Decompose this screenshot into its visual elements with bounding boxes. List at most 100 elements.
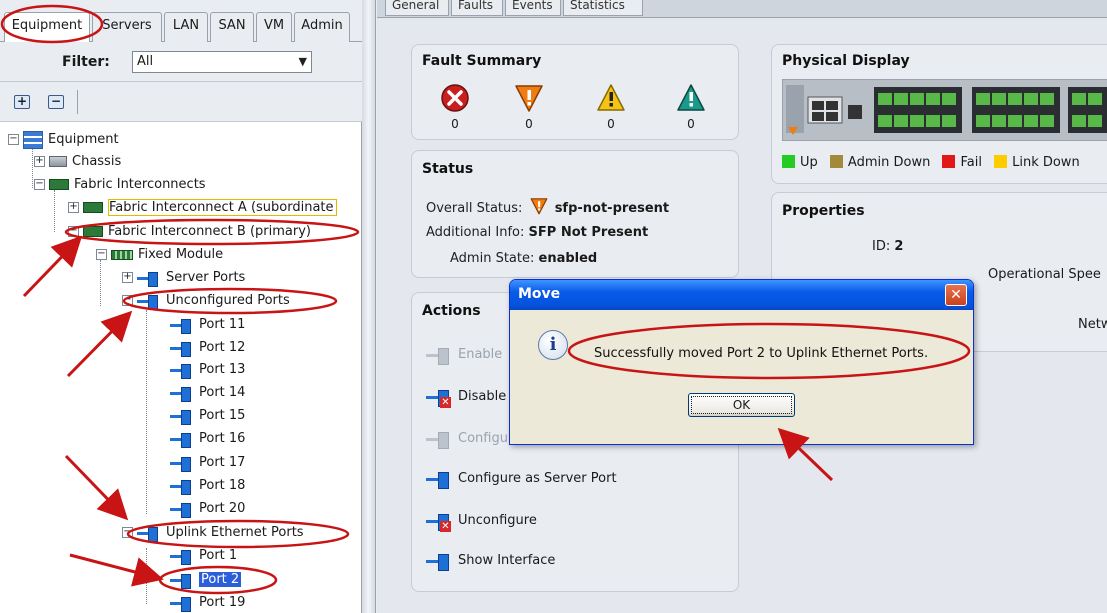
configure-action[interactable]: Configure xyxy=(426,427,521,451)
actions-title: Actions xyxy=(422,303,481,319)
tree-item-port[interactable]: Port 17 xyxy=(170,452,245,473)
action-label: Enable xyxy=(458,347,503,362)
tree-item-label: Port 1 xyxy=(199,548,238,563)
unconfigure-action[interactable]: ✕ Unconfigure xyxy=(426,509,537,533)
legend-label: Up xyxy=(800,155,818,170)
critical-fault-count: 0 xyxy=(451,117,459,131)
tree-item-fabric-interconnect-a[interactable]: + Fabric Interconnect A (subordinate xyxy=(68,197,337,218)
major-fault-icon xyxy=(530,198,547,215)
tab-vm[interactable]: VM xyxy=(256,12,292,42)
port-icon xyxy=(170,596,194,612)
collapse-toggle-icon[interactable]: − xyxy=(34,179,45,190)
collapse-toggle-icon[interactable]: − xyxy=(68,226,79,237)
tab-servers[interactable]: Servers xyxy=(92,12,162,42)
tree-item-port[interactable]: Port 15 xyxy=(170,405,245,426)
tree-item-port[interactable]: Port 16 xyxy=(170,428,245,449)
tree-item-fabric-interconnects[interactable]: − Fabric Interconnects xyxy=(34,174,206,195)
close-button[interactable]: ✕ xyxy=(945,284,967,306)
disable-action[interactable]: ✕ Disable xyxy=(426,385,506,409)
tab-faults[interactable]: Faults xyxy=(451,0,503,16)
tab-events[interactable]: Events xyxy=(505,0,561,16)
admin-state-line: Admin State: enabled xyxy=(450,251,597,266)
legend-swatch-admin-down xyxy=(829,155,843,168)
port-icon xyxy=(170,341,194,357)
enable-action[interactable]: Enable xyxy=(426,343,502,367)
port-icon xyxy=(137,294,161,310)
content-tabs: General Faults Events Statistics xyxy=(377,0,1107,18)
chevron-down-icon: ▼ xyxy=(298,55,307,68)
major-fault-icon xyxy=(515,85,543,112)
tree-item-port[interactable]: Port 1 xyxy=(170,545,237,566)
tree-item-unconfigured-ports[interactable]: − Unconfigured Ports xyxy=(122,290,290,311)
tab-lan[interactable]: LAN xyxy=(164,12,208,42)
tree-item-label: Fabric Interconnect B (primary) xyxy=(108,224,311,239)
tree-item-port[interactable]: Port 11 xyxy=(170,314,245,335)
tree-item-uplink-ethernet-ports[interactable]: − Uplink Ethernet Ports xyxy=(122,522,304,543)
tree-item-port[interactable]: Port 20 xyxy=(170,498,245,519)
collapse-toggle-icon[interactable]: − xyxy=(96,249,107,260)
tree-item-fabric-interconnect-b[interactable]: − Fabric Interconnect B (primary) xyxy=(68,221,311,242)
fixed-module-icon xyxy=(111,249,133,260)
tree-item-label: Chassis xyxy=(72,154,122,169)
tab-admin[interactable]: Admin xyxy=(294,12,350,42)
action-label: Configure as Server Port xyxy=(458,471,617,486)
collapse-all-button[interactable]: − xyxy=(48,95,64,109)
tree-item-server-ports[interactable]: + Server Ports xyxy=(122,267,245,288)
tree-item-label: Port 14 xyxy=(199,385,246,400)
ok-button[interactable]: OK xyxy=(688,393,795,417)
tree-item-port[interactable]: Port 18 xyxy=(170,475,245,496)
tree-connector xyxy=(100,260,101,306)
dialog-titlebar[interactable]: Move ✕ xyxy=(510,280,973,310)
tree-item-chassis[interactable]: + Chassis xyxy=(34,151,121,172)
minor-fault-count: 0 xyxy=(607,117,615,131)
tree-item-port-selected[interactable]: Port 2 xyxy=(170,569,242,590)
tree-item-equipment[interactable]: − Equipment xyxy=(8,129,119,150)
tab-general[interactable]: General xyxy=(385,0,449,16)
expand-toggle-icon[interactable]: + xyxy=(122,272,133,283)
expand-all-button[interactable]: + xyxy=(14,95,30,109)
port-icon xyxy=(426,347,452,365)
info-icon: i xyxy=(538,330,568,360)
collapse-toggle-icon[interactable]: − xyxy=(122,295,133,306)
expand-toggle-icon[interactable]: + xyxy=(68,202,79,213)
tree-item-label: Port 13 xyxy=(199,362,246,377)
port-icon xyxy=(170,318,194,334)
show-interface-action[interactable]: Show Interface xyxy=(426,549,555,573)
tab-equipment[interactable]: Equipment xyxy=(4,12,90,43)
tree-item-port[interactable]: Port 14 xyxy=(170,382,245,403)
tree-connector xyxy=(32,148,33,188)
port-icon xyxy=(170,479,194,495)
tab-san[interactable]: SAN xyxy=(210,12,254,42)
tree-toolbar: + − xyxy=(0,82,362,122)
fabric-interconnect-icon xyxy=(49,179,69,190)
operational-speed-label: Operational Spee xyxy=(988,267,1101,282)
expand-toggle-icon[interactable]: + xyxy=(34,156,45,167)
legend-label: Link Down xyxy=(1012,155,1080,170)
panel-splitter[interactable] xyxy=(362,0,376,613)
collapse-toggle-icon[interactable]: − xyxy=(122,527,133,538)
tree-item-label: Port 15 xyxy=(199,408,246,423)
tree-item-port[interactable]: Port 19 xyxy=(170,592,245,613)
minor-fault-icon xyxy=(597,84,625,111)
port-icon xyxy=(170,409,194,425)
overall-status-label: Overall Status: xyxy=(426,201,523,216)
unconfigure-badge-icon: ✕ xyxy=(440,520,451,532)
critical-fault-icon xyxy=(441,84,469,112)
tab-statistics[interactable]: Statistics xyxy=(563,0,643,16)
major-fault-count: 0 xyxy=(525,117,533,131)
tree-item-label: Equipment xyxy=(48,132,119,147)
action-label: Unconfigure xyxy=(458,513,537,528)
nav-tabs: Equipment Servers LAN SAN VM Admin xyxy=(0,0,362,43)
port-icon xyxy=(137,526,161,542)
physical-display-group: Physical Display Up Admin Down Fail Link… xyxy=(771,44,1107,184)
collapse-toggle-icon[interactable]: − xyxy=(8,134,19,145)
fabric-interconnect-icon xyxy=(83,202,103,213)
configure-server-port-action[interactable]: Configure as Server Port xyxy=(426,467,617,491)
tree-item-fixed-module[interactable]: − Fixed Module xyxy=(96,244,223,265)
filter-select[interactable]: All ▼ xyxy=(132,51,312,73)
switch-faceplate-image xyxy=(782,79,1107,141)
legend-swatch-up xyxy=(782,155,795,168)
tree-item-port[interactable]: Port 13 xyxy=(170,359,245,380)
filter-bar: Filter: All ▼ xyxy=(0,42,362,82)
tree-item-port[interactable]: Port 12 xyxy=(170,337,245,358)
